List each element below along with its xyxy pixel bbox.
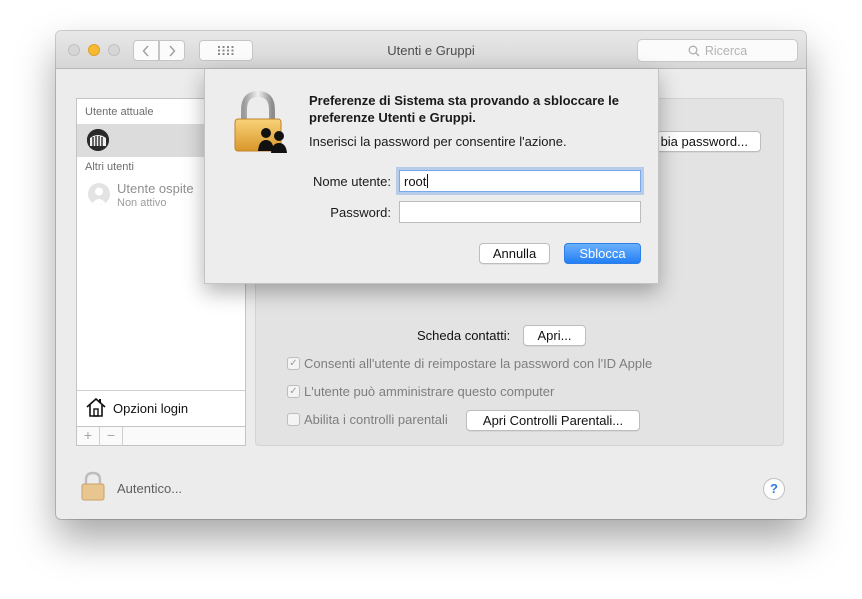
admin-checkbox[interactable]: ✓ bbox=[287, 385, 300, 398]
unlock-dialog: Preferenze di Sistema sta provando a sbl… bbox=[204, 69, 659, 284]
lock-icon[interactable] bbox=[80, 471, 106, 501]
admin-label: L'utente può amministrare questo compute… bbox=[304, 384, 555, 399]
unlock-button[interactable]: Sblocca bbox=[564, 243, 641, 264]
dialog-message: Inserisci la password per consentire l'a… bbox=[309, 134, 567, 149]
text-caret bbox=[427, 174, 429, 188]
username-value: root bbox=[404, 174, 427, 189]
guest-user-status: Non attivo bbox=[117, 197, 167, 209]
cancel-button[interactable]: Annulla bbox=[479, 243, 550, 264]
open-parental-controls-button[interactable]: Apri Controlli Parentali... bbox=[466, 410, 640, 431]
search-icon bbox=[688, 45, 700, 56]
search-placeholder: Ricerca bbox=[704, 43, 748, 58]
house-icon bbox=[86, 397, 106, 417]
help-button[interactable]: ? bbox=[763, 478, 785, 500]
title-bar: Utenti e Gruppi Ricerca bbox=[56, 31, 806, 69]
password-field[interactable] bbox=[399, 201, 641, 223]
remove-user-button[interactable]: − bbox=[100, 427, 123, 446]
parental-controls-label: Abilita i controlli parentali bbox=[304, 412, 448, 427]
search-field[interactable]: Ricerca bbox=[637, 39, 798, 62]
dialog-title: Preferenze di Sistema sta provando a sbl… bbox=[309, 93, 619, 125]
guest-avatar bbox=[88, 183, 110, 205]
other-users-header: Altri utenti bbox=[85, 161, 134, 173]
change-password-button[interactable]: bia password... bbox=[646, 131, 761, 152]
contact-card-label: Scheda contatti: bbox=[417, 328, 511, 343]
apple-id-reset-checkbox[interactable]: ✓ bbox=[287, 357, 300, 370]
username-label: Nome utente: bbox=[312, 174, 391, 189]
login-options-label: Opzioni login bbox=[113, 401, 189, 416]
add-user-button[interactable]: + bbox=[77, 427, 100, 446]
login-options-item[interactable]: Opzioni login bbox=[77, 390, 245, 426]
padlock-users-icon bbox=[234, 91, 287, 153]
authenticating-label: Autentico... bbox=[117, 481, 183, 496]
username-field[interactable]: root bbox=[399, 170, 641, 192]
sidebar-footer: + − bbox=[77, 426, 245, 446]
apple-id-reset-label: Consenti all'utente di reimpostare la pa… bbox=[304, 356, 653, 371]
parental-controls-checkbox[interactable] bbox=[287, 413, 300, 426]
current-user-avatar bbox=[87, 129, 109, 151]
current-user-header: Utente attuale bbox=[85, 106, 154, 118]
password-label: Password: bbox=[330, 205, 391, 220]
guest-user-name[interactable]: Utente ospite bbox=[117, 181, 194, 196]
open-contact-button[interactable]: Apri... bbox=[523, 325, 586, 346]
